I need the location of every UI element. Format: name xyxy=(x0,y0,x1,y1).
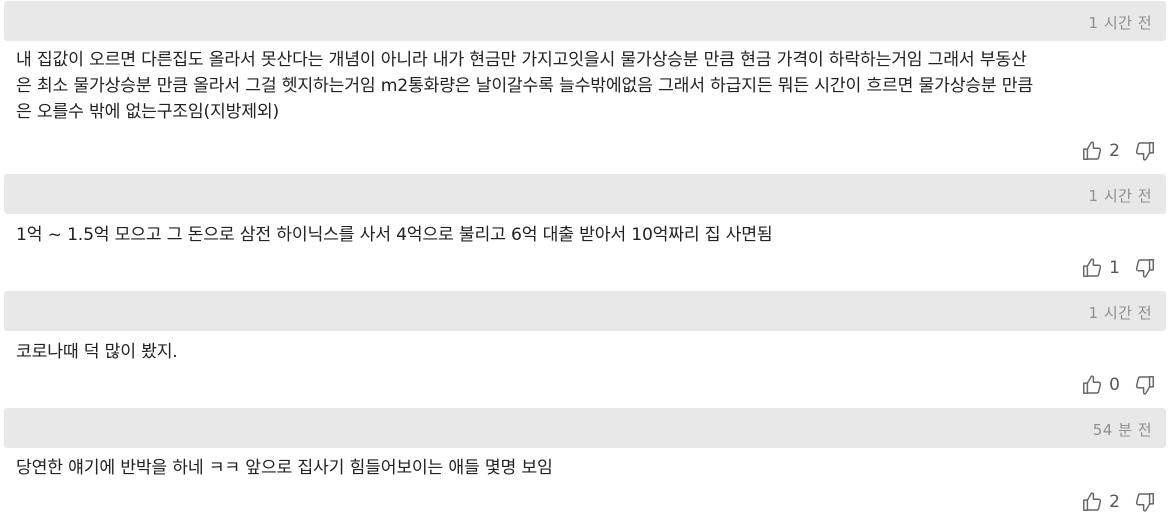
vote-bar: 1 xyxy=(1081,256,1156,280)
comment-text: 당연한 얘기에 반박을 하네 ㅋㅋ 앞으로 집사기 힘들어보이는 애들 몇명 보… xyxy=(16,455,1156,481)
vote-bar: 0 xyxy=(1081,373,1156,397)
comment-text-line: 내 집값이 오르면 다른집도 올라서 못산다는 개념이 아니라 내가 현금만 가… xyxy=(16,50,1027,70)
dislike-button[interactable] xyxy=(1134,491,1156,513)
like-button[interactable]: 1 xyxy=(1081,257,1134,279)
comment-header: 1 시간 전 xyxy=(4,174,1166,214)
comment-header: 54 분 전 xyxy=(4,408,1166,448)
comment-item: 1 시간 전 코로나때 덕 많이 봤지. 0 xyxy=(0,291,1168,409)
dislike-button[interactable] xyxy=(1134,374,1156,396)
comment-text-line: 1억 ~ 1.5억 모으고 그 돈으로 삼전 하이닉스를 사서 4억으로 불리고… xyxy=(16,225,773,245)
like-button[interactable]: 0 xyxy=(1081,374,1134,396)
thumbs-up-icon xyxy=(1081,257,1103,279)
comment-text: 코로나때 덕 많이 봤지. xyxy=(16,339,1156,365)
like-button[interactable]: 2 xyxy=(1081,491,1134,513)
thumbs-down-icon xyxy=(1134,374,1156,396)
dislike-button[interactable] xyxy=(1134,257,1156,279)
dislike-button[interactable] xyxy=(1134,140,1156,162)
comment-header: 1 시간 전 xyxy=(4,291,1166,331)
comment-header: 1 시간 전 xyxy=(4,1,1166,41)
comment-text-line: 당연한 얘기에 반박을 하네 ㅋㅋ 앞으로 집사기 힘들어보이는 애들 몇명 보… xyxy=(16,458,553,478)
comment-timestamp: 54 분 전 xyxy=(1092,421,1152,439)
vote-bar: 2 xyxy=(1081,490,1156,514)
thumbs-down-icon xyxy=(1134,491,1156,513)
comment-timestamp: 1 시간 전 xyxy=(1088,187,1152,205)
comment-list: 1 시간 전 내 집값이 오르면 다른집도 올라서 못산다는 개념이 아니라 내… xyxy=(0,0,1168,523)
like-count: 0 xyxy=(1109,375,1120,395)
thumbs-up-icon xyxy=(1081,491,1103,513)
vote-bar: 2 xyxy=(1081,139,1156,163)
comment-item: 1 시간 전 내 집값이 오르면 다른집도 올라서 못산다는 개념이 아니라 내… xyxy=(0,0,1168,174)
thumbs-up-icon xyxy=(1081,374,1103,396)
like-button[interactable]: 2 xyxy=(1081,140,1134,162)
thumbs-down-icon xyxy=(1134,257,1156,279)
thumbs-down-icon xyxy=(1134,140,1156,162)
comment-timestamp: 1 시간 전 xyxy=(1088,14,1152,32)
comment-text-line: 은 최소 물가상승분 만큼 올라서 그걸 헷지하는거임 m2통화량은 날이갈수록… xyxy=(16,76,1034,96)
comment-timestamp: 1 시간 전 xyxy=(1088,304,1152,322)
like-count: 2 xyxy=(1109,141,1120,161)
like-count: 1 xyxy=(1109,258,1120,278)
like-count: 2 xyxy=(1109,492,1120,512)
comment-text-line: 은 오를수 밖에 없는구조임(지방제외) xyxy=(16,102,279,122)
comment-text: 내 집값이 오르면 다른집도 올라서 못산다는 개념이 아니라 내가 현금만 가… xyxy=(16,47,1156,125)
comment-text-line: 코로나때 덕 많이 봤지. xyxy=(16,342,178,362)
thumbs-up-icon xyxy=(1081,140,1103,162)
comment-item: 1 시간 전 1억 ~ 1.5억 모으고 그 돈으로 삼전 하이닉스를 사서 4… xyxy=(0,174,1168,292)
comment-item: 54 분 전 당연한 얘기에 반박을 하네 ㅋㅋ 앞으로 집사기 힘들어보이는 … xyxy=(0,408,1168,523)
comment-text: 1억 ~ 1.5억 모으고 그 돈으로 삼전 하이닉스를 사서 4억으로 불리고… xyxy=(16,222,1156,248)
